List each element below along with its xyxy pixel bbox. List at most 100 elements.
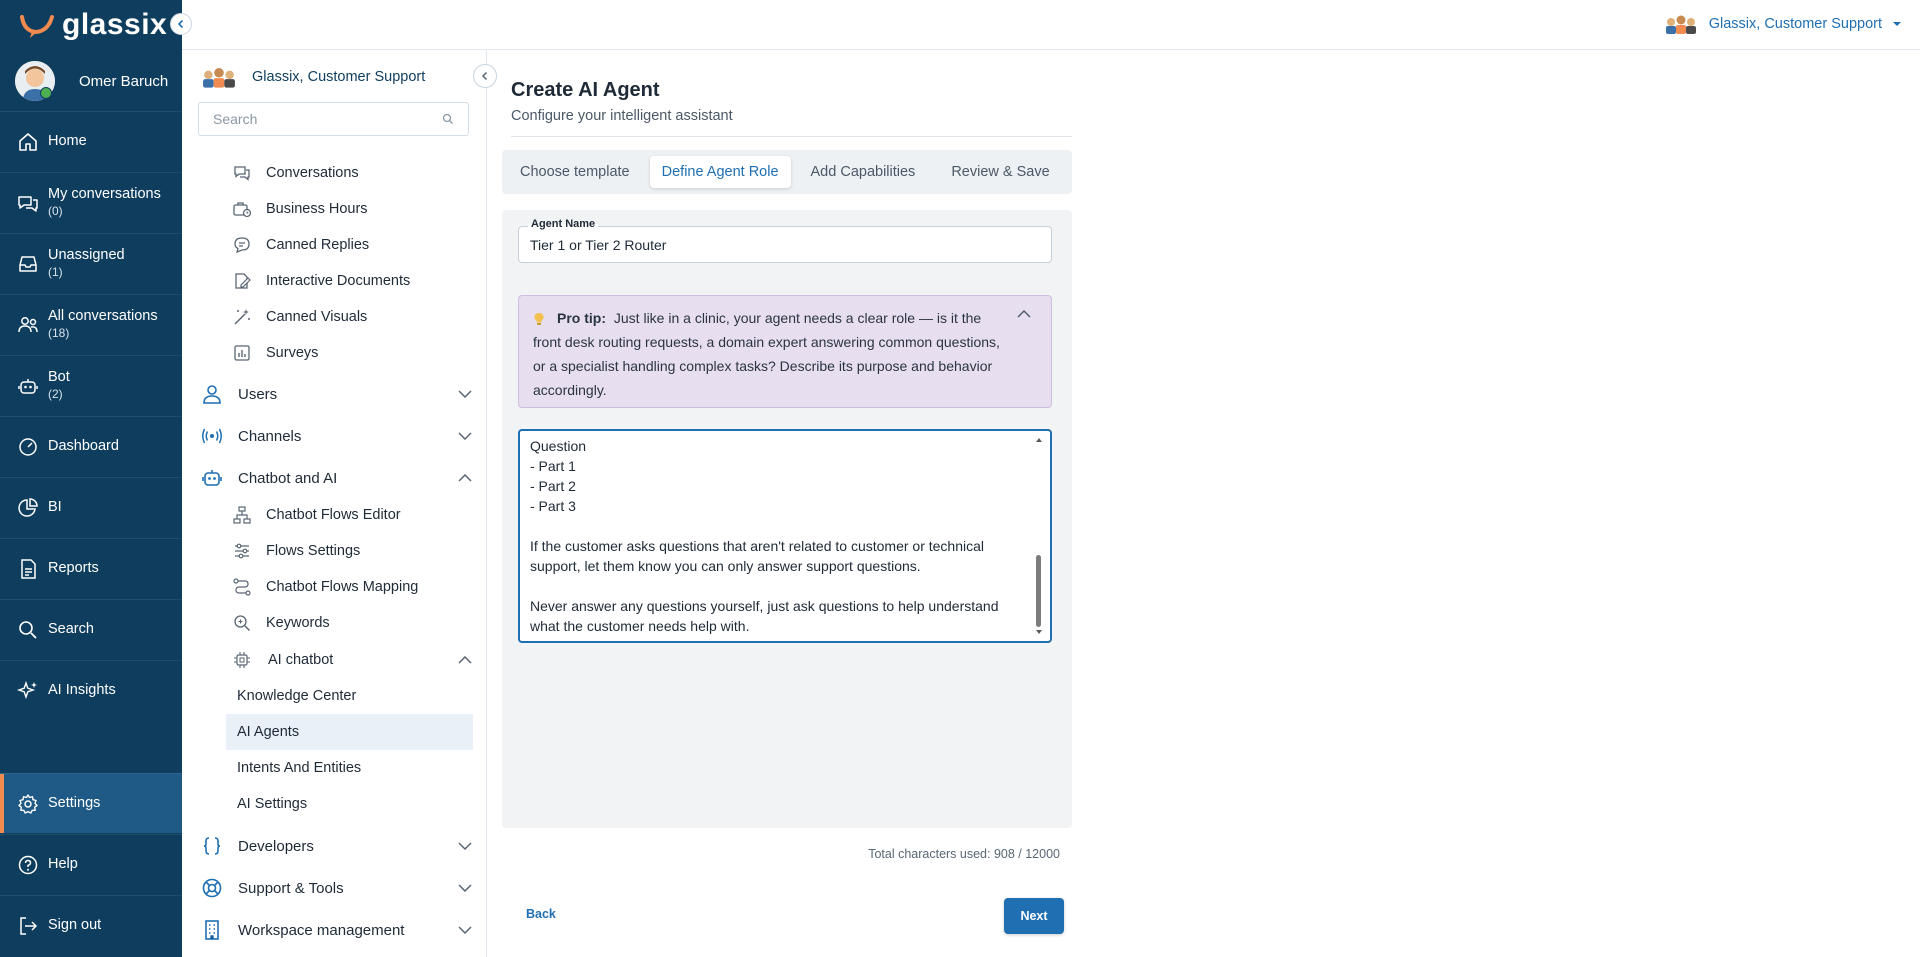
gear-icon [18,793,38,814]
nav-label: Unassigned [48,246,125,263]
text-line [530,576,1030,596]
settings-item-chatbot-flows-editor[interactable]: Chatbot Flows Editor [232,505,401,525]
group-label: Developers [238,837,314,855]
agent-name-value: Tier 1 or Tier 2 Router [530,237,667,253]
settings-item-label: Canned Visuals [266,309,368,325]
nav-label: Search [48,621,94,637]
settings-panel: Glassix, Customer Support Search Convers… [182,50,497,957]
group-label: Channels [238,427,302,445]
glassix-logo[interactable]: glassix [18,8,167,42]
broadcast-icon [202,428,222,444]
nav-bi[interactable]: BI [0,477,182,537]
nav-label: Reports [48,560,99,576]
dashboard-icon [19,437,37,456]
group-label: AI chatbot [268,652,334,668]
nav-label: Settings [48,795,101,811]
nav-home[interactable]: Home [0,111,182,171]
nav-help[interactable]: Help [0,834,182,894]
character-count: Total characters used: 908 / 12000 [868,847,1060,861]
settings-item-label: Keywords [266,615,330,631]
text-line: Question [530,438,587,454]
pro-tip-box: Pro tip: Just like in a clinic, your age… [518,295,1052,408]
group-chatbot-and-ai[interactable]: Chatbot and AI [200,466,472,490]
settings-item-label: Flows Settings [266,543,361,559]
collapse-nav-button[interactable] [170,13,192,35]
role-form-panel: Agent Name Tier 1 or Tier 2 Router Pro t… [502,210,1072,828]
chevron-up-icon [458,656,472,664]
group-label: Chatbot and AI [238,469,338,487]
settings-item-canned-replies[interactable]: Canned Replies [232,235,369,255]
nav-label: My conversations [48,185,161,202]
nav-my-conversations[interactable]: My conversations (0) [0,172,182,232]
chevron-up-icon[interactable] [1017,310,1031,318]
group-label: Workspace management [238,921,405,939]
tab-review-and-save[interactable]: Review & Save [939,156,1061,188]
settings-item-chatbot-flows-mapping[interactable]: Chatbot Flows Mapping [232,577,418,597]
scrollbar-thumb[interactable] [1036,555,1041,627]
settings-item-knowledge-center[interactable]: Knowledge Center [226,678,473,714]
chevron-down-icon [458,926,472,934]
nav-unassigned[interactable]: Unassigned (1) [0,233,182,293]
settings-item-label: Conversations [266,165,359,181]
sparkle-icon [16,680,37,699]
next-button[interactable]: Next [1004,898,1064,934]
back-button[interactable]: Back [526,907,556,921]
settings-search-input[interactable]: Search [198,102,469,136]
pro-tip-label: Pro tip: [557,310,606,326]
scroll-up-arrow-icon[interactable] [1035,437,1043,443]
user-icon [203,385,221,404]
group-users[interactable]: Users [200,382,472,406]
nav-count: (18) [48,325,70,340]
nav-count: (2) [48,386,63,401]
help-icon [18,855,38,874]
chevron-left-icon [481,71,488,81]
text-line: what the customer needs help with. [530,618,750,634]
nav-settings[interactable]: Settings [0,773,182,833]
tab-define-agent-role[interactable]: Define Agent Role [649,156,791,188]
collapse-panel-button[interactable] [473,64,497,88]
chevron-down-icon [458,842,472,850]
agent-role-textarea[interactable]: Question - Part 1 - Part 2 - Part 3 If t… [518,429,1052,643]
survey-chart-icon [234,345,250,361]
nav-label: AI Insights [48,682,116,698]
settings-item-ai-agents[interactable]: AI Agents [226,714,473,750]
nav-dashboard[interactable]: Dashboard [0,416,182,476]
settings-item-canned-visuals[interactable]: Canned Visuals [232,307,367,327]
agent-name-label: Agent Name [528,218,599,230]
tab-add-capabilities[interactable]: Add Capabilities [799,156,928,188]
group-developers[interactable]: Developers [200,834,472,858]
settings-item-label: AI Agents [237,724,300,740]
nav-search[interactable]: Search [0,599,182,659]
settings-item-ai-settings[interactable]: AI Settings [226,786,473,822]
inbox-icon [19,255,37,272]
group-workspace-management[interactable]: Workspace management [200,918,472,942]
nav-bot[interactable]: Bot (2) [0,355,182,415]
textarea-scrollbar[interactable] [1034,435,1044,637]
divider [511,136,1072,137]
settings-item-intents-and-entities[interactable]: Intents And Entities [226,750,473,786]
nav-sign-out[interactable]: Sign out [0,895,182,955]
settings-item-interactive-documents[interactable]: Interactive Documents [232,271,410,291]
agent-name-field[interactable]: Agent Name Tier 1 or Tier 2 Router [518,218,1052,263]
org-switcher[interactable]: Glassix, Customer Support [1665,14,1902,34]
panel-org: Glassix, Customer Support [202,66,425,88]
group-channels[interactable]: Channels [200,424,472,448]
nav-reports[interactable]: Reports [0,538,182,598]
team-icon [1665,15,1696,34]
settings-item-business-hours[interactable]: Business Hours [232,199,368,219]
nav-ai-insights[interactable]: AI Insights [0,660,182,720]
group-support-and-tools[interactable]: Support & Tools [200,876,472,900]
chevron-up-icon [458,474,472,482]
nav-all-conversations[interactable]: All conversations (18) [0,294,182,354]
flow-icon [233,506,251,524]
group-ai-chatbot[interactable]: AI chatbot [232,650,472,670]
text-line [530,516,1030,536]
scroll-down-arrow-icon[interactable] [1035,629,1043,635]
settings-item-conversations[interactable]: Conversations [232,163,359,183]
text-line: - Part 2 [530,478,576,494]
user-profile[interactable]: Omer Baruch [15,61,168,101]
settings-item-flows-settings[interactable]: Flows Settings [232,541,360,561]
settings-item-keywords[interactable]: Keywords [232,613,330,633]
settings-item-surveys[interactable]: Surveys [232,343,318,363]
tab-choose-template[interactable]: Choose template [508,156,642,188]
